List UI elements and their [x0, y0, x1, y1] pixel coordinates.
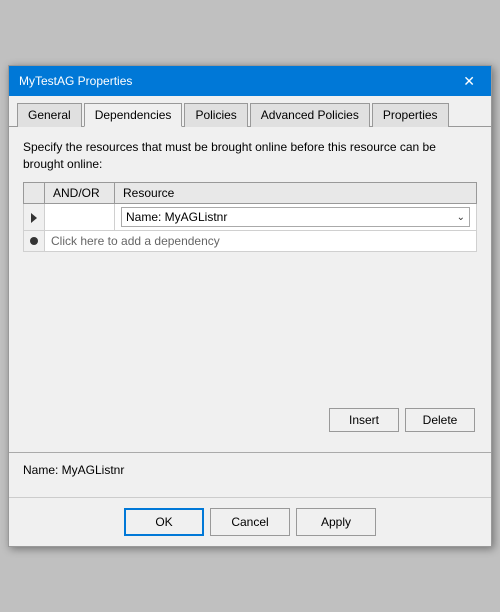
table-header-row: AND/OR Resource [24, 183, 477, 204]
table-button-row: Insert Delete [23, 408, 477, 432]
and-or-cell [45, 204, 115, 231]
resource-value: Name: MyAGListnr [126, 210, 227, 224]
row-indicator [24, 204, 45, 231]
dependency-table: AND/OR Resource Name: MyAGListnr ⌄ [23, 182, 477, 252]
resource-col-header: Resource [115, 183, 477, 204]
tab-dependencies[interactable]: Dependencies [84, 103, 183, 127]
description-text: Specify the resources that must be broug… [23, 139, 477, 173]
info-text: Name: MyAGListnr [23, 463, 124, 477]
tab-advanced-policies[interactable]: Advanced Policies [250, 103, 370, 127]
apply-button[interactable]: Apply [296, 508, 376, 536]
insert-button[interactable]: Insert [329, 408, 399, 432]
title-bar: MyTestAG Properties ✕ [9, 66, 491, 96]
add-row-indicator [24, 231, 45, 252]
and-or-col-header: AND/OR [45, 183, 115, 204]
indicator-col-header [24, 183, 45, 204]
bullet-icon [30, 237, 38, 245]
delete-button[interactable]: Delete [405, 408, 475, 432]
resource-cell[interactable]: Name: MyAGListnr ⌄ [115, 204, 477, 231]
add-dependency-row[interactable]: Click here to add a dependency [24, 231, 477, 252]
dialog-window: MyTestAG Properties ✕ General Dependenci… [8, 65, 492, 548]
bottom-button-row: OK Cancel Apply [9, 497, 491, 546]
tab-policies[interactable]: Policies [184, 103, 247, 127]
tab-bar: General Dependencies Policies Advanced P… [9, 96, 491, 127]
cancel-button[interactable]: Cancel [210, 508, 290, 536]
close-button[interactable]: ✕ [457, 72, 481, 90]
dependency-table-area: AND/OR Resource Name: MyAGListnr ⌄ [23, 182, 477, 402]
window-title: MyTestAG Properties [19, 74, 132, 88]
dropdown-arrow-icon: ⌄ [457, 212, 465, 223]
tab-general[interactable]: General [17, 103, 82, 127]
row-arrow-icon [31, 213, 37, 223]
add-dependency-cell[interactable]: Click here to add a dependency [45, 231, 477, 252]
main-content: Specify the resources that must be broug… [9, 127, 491, 453]
table-row: Name: MyAGListnr ⌄ [24, 204, 477, 231]
tab-properties[interactable]: Properties [372, 103, 449, 127]
ok-button[interactable]: OK [124, 508, 204, 536]
info-section: Name: MyAGListnr [9, 452, 491, 497]
resource-dropdown[interactable]: Name: MyAGListnr ⌄ [121, 207, 470, 227]
